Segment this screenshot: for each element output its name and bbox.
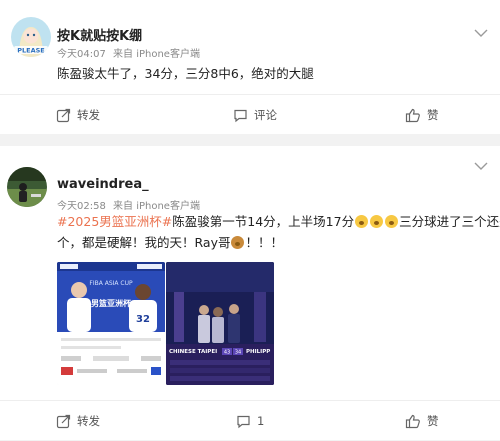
weibo-post-2: waveindrea_ 今天02:58 来自 iPhone客户端 #2025男篮… bbox=[0, 146, 500, 440]
post-text-line-2: 个，都是硬解！我的天！Ray哥 ！！！ bbox=[57, 232, 457, 253]
post-image-1[interactable]: 32 FIBA ASIA CUP 男篮亚洲杯 bbox=[57, 262, 165, 385]
chevron-down-icon[interactable] bbox=[472, 27, 490, 39]
hashtag-link[interactable]: #2025男篮亚洲杯# bbox=[57, 214, 172, 229]
jersey-number: 32 bbox=[136, 314, 150, 325]
shocked-emoji-icon bbox=[355, 215, 369, 228]
comment-count: 1 bbox=[257, 414, 265, 428]
repost-button[interactable]: 转发 bbox=[56, 401, 100, 441]
comment-button[interactable]: 评论 bbox=[233, 95, 277, 135]
image-badge: FIBA ASIA CUP bbox=[89, 280, 133, 287]
avatar-text: PLEASE bbox=[17, 47, 45, 55]
image-headline: 男篮亚洲杯 bbox=[91, 298, 132, 308]
action-bar: 转发 1 赞 bbox=[0, 400, 500, 440]
text-tail: ！！！ bbox=[245, 235, 283, 250]
like-button[interactable]: 赞 bbox=[405, 401, 439, 441]
repost-label: 转发 bbox=[77, 414, 100, 428]
scoreboard-team-right: PHILIPP bbox=[246, 349, 270, 355]
thumbs-up-icon bbox=[405, 414, 420, 428]
like-button[interactable]: 赞 bbox=[405, 95, 439, 135]
post-image-2[interactable]: CHINESE TAIPEI 43 34 PHILIPP bbox=[166, 262, 274, 385]
comment-icon bbox=[234, 109, 247, 122]
text-line-2: 个，都是硬解！我的天！Ray哥 bbox=[57, 235, 231, 250]
post-text-line-1: #2025男篮亚洲杯#陈盈骏第一节14分，上半场17分 三分球进了三个还是四 bbox=[57, 211, 500, 232]
chevron-down-icon[interactable] bbox=[472, 160, 490, 172]
repost-label: 转发 bbox=[77, 108, 100, 122]
post-source: 来自 iPhone客户端 bbox=[113, 49, 200, 60]
username[interactable]: waveindrea_ bbox=[57, 177, 149, 192]
post-text: 陈盈骏太牛了，34分，三分8中6，绝对的大腿 bbox=[57, 66, 314, 81]
text-part-1: 陈盈骏第一节14分，上半场17分 bbox=[172, 214, 355, 229]
weibo-post-1: PLEASE 按K就贴按K绷 今天04:07 来自 iPhone客户端 陈盈骏太… bbox=[0, 0, 500, 134]
like-label: 赞 bbox=[427, 414, 439, 428]
repost-icon bbox=[56, 414, 71, 428]
user-avatar[interactable]: PLEASE bbox=[11, 17, 51, 57]
comment-button[interactable]: 1 bbox=[236, 401, 264, 441]
devil-cat-emoji-icon bbox=[231, 236, 245, 249]
post-time: 今天04:07 bbox=[57, 49, 106, 60]
like-label: 赞 bbox=[427, 108, 439, 122]
scoreboard-team-left: CHINESE TAIPEI bbox=[169, 349, 217, 355]
post-meta: 今天04:07 来自 iPhone客户端 bbox=[57, 45, 204, 60]
comment-icon bbox=[237, 415, 250, 428]
user-avatar[interactable] bbox=[7, 167, 47, 207]
thumbs-up-icon bbox=[405, 108, 420, 122]
shocked-emoji-icon bbox=[385, 215, 399, 228]
scoreboard-score-left: 43 bbox=[224, 350, 230, 356]
post-meta: 今天02:58 来自 iPhone客户端 bbox=[57, 197, 204, 212]
comment-label: 评论 bbox=[254, 108, 277, 122]
post-text: #2025男篮亚洲杯#陈盈骏第一节14分，上半场17分 三分球进了三个还是四 个，… bbox=[57, 211, 500, 253]
scoreboard-score-right: 34 bbox=[235, 350, 241, 356]
repost-button[interactable]: 转发 bbox=[56, 95, 100, 135]
action-bar: 转发 评论 赞 bbox=[0, 94, 500, 134]
repost-icon bbox=[56, 108, 71, 122]
shocked-emoji-icon bbox=[370, 215, 384, 228]
text-part-2: 三分球进了三个还是四 bbox=[399, 214, 500, 229]
username[interactable]: 按K就贴按K绷 bbox=[57, 25, 142, 44]
